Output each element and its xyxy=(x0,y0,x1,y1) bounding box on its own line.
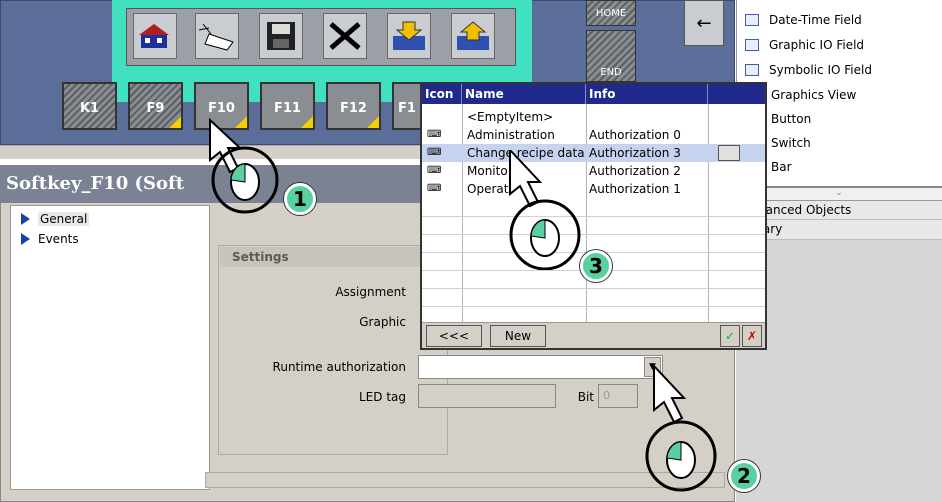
settings-group xyxy=(218,245,448,455)
end-button[interactable]: END xyxy=(586,30,636,82)
led-tag-label: LED tag xyxy=(359,390,406,404)
download-icon[interactable] xyxy=(387,13,431,59)
graphic-label: Graphic xyxy=(359,315,406,329)
delete-icon[interactable] xyxy=(323,13,367,59)
new-button[interactable]: New xyxy=(490,325,546,347)
led-tag-field[interactable] xyxy=(418,384,556,408)
row-info xyxy=(586,108,708,126)
toolbox-item-label: Symbolic IO Field xyxy=(769,63,872,77)
nav-item-general[interactable]: General xyxy=(21,210,90,228)
softkey-label: F12 xyxy=(340,101,367,116)
cancel-x-icon[interactable]: ✗ xyxy=(742,325,762,347)
popup-header: Icon Name Info xyxy=(422,84,765,104)
softkey-k1[interactable]: K1 xyxy=(62,82,117,130)
softkey-f9[interactable]: F9 xyxy=(128,82,183,130)
row-name: <EmptyItem> xyxy=(467,110,554,124)
toolbox-item-switch[interactable]: Switch xyxy=(771,133,811,153)
toolbox-item-label: Switch xyxy=(771,136,811,150)
key-icon: ⌨ xyxy=(427,147,442,158)
softkey-corner xyxy=(169,116,181,128)
softkey-label: F1 xyxy=(398,101,416,116)
toolbox-item-label: Bar xyxy=(771,160,792,174)
softkey-f12[interactable]: F12 xyxy=(326,82,381,130)
arrow-right-icon xyxy=(21,213,30,225)
callout-3: 3 xyxy=(580,250,612,282)
nav-item-label: Events xyxy=(38,232,79,246)
column-info[interactable]: Info xyxy=(586,84,708,104)
toolbox-item-datetime[interactable]: Date-Time Field xyxy=(745,10,862,30)
key-icon: ⌨ xyxy=(427,129,442,140)
key-icon: ⌨ xyxy=(427,165,442,176)
softkey-corner xyxy=(367,116,379,128)
back-button[interactable]: <<< xyxy=(426,325,482,347)
assignment-label: Assignment xyxy=(335,285,406,299)
toolbox-item-label: Date-Time Field xyxy=(769,13,862,27)
grid-line xyxy=(422,288,765,289)
toolbox-item-label: Button xyxy=(771,112,812,126)
toolbox-item-graphics-view[interactable]: Graphics View xyxy=(771,85,856,105)
toolbox-item-label: Graphics View xyxy=(771,88,857,102)
toolbox-item-symbolic-io[interactable]: Symbolic IO Field xyxy=(745,60,872,80)
left-arrow-button[interactable]: ← xyxy=(684,0,724,46)
edit-icon[interactable] xyxy=(718,145,740,161)
list-item[interactable]: <EmptyItem> xyxy=(422,108,765,126)
properties-nav: General Events xyxy=(10,205,210,490)
toolbox-item-button[interactable]: Button xyxy=(771,109,811,129)
softkey-label: F9 xyxy=(146,101,165,116)
toolbox-item-graphic-io[interactable]: Graphic IO Field xyxy=(745,35,864,55)
home-icon[interactable] xyxy=(133,13,177,59)
graphic-io-icon xyxy=(745,39,759,51)
symbolic-io-icon xyxy=(745,64,759,76)
list-item[interactable]: ⌨ Administration Authorization 0 xyxy=(422,126,765,144)
toolbar xyxy=(126,8,516,66)
column-icon[interactable]: Icon xyxy=(422,84,462,104)
callout-2: 2 xyxy=(728,460,760,492)
datetime-icon xyxy=(745,14,759,26)
save-icon[interactable] xyxy=(259,13,303,59)
settings-title: Settings xyxy=(220,247,440,267)
row-name: Administration xyxy=(467,128,555,142)
ok-check-icon[interactable]: ✓ xyxy=(720,325,740,347)
row-info: Authorization 0 xyxy=(589,128,681,142)
nav-item-label: General xyxy=(38,212,90,226)
home-button[interactable]: HOME xyxy=(586,0,636,26)
bit-label: Bit xyxy=(577,390,594,404)
grid-line xyxy=(422,306,765,307)
callout-1: 1 xyxy=(284,183,316,215)
nav-item-events[interactable]: Events xyxy=(21,230,79,248)
column-name[interactable]: Name xyxy=(462,84,586,104)
runtime-authorization-label: Runtime authorization xyxy=(272,360,406,374)
toolbox-item-bar[interactable]: Bar xyxy=(771,157,792,177)
wizard-icon[interactable] xyxy=(195,13,239,59)
softkey-label: K1 xyxy=(79,101,100,116)
arrow-right-icon xyxy=(21,233,30,245)
upload-icon[interactable] xyxy=(451,13,495,59)
key-icon: ⌨ xyxy=(427,183,442,194)
toolbox-item-label: Graphic IO Field xyxy=(769,38,865,52)
softkey-f1[interactable]: F1 xyxy=(392,82,422,130)
